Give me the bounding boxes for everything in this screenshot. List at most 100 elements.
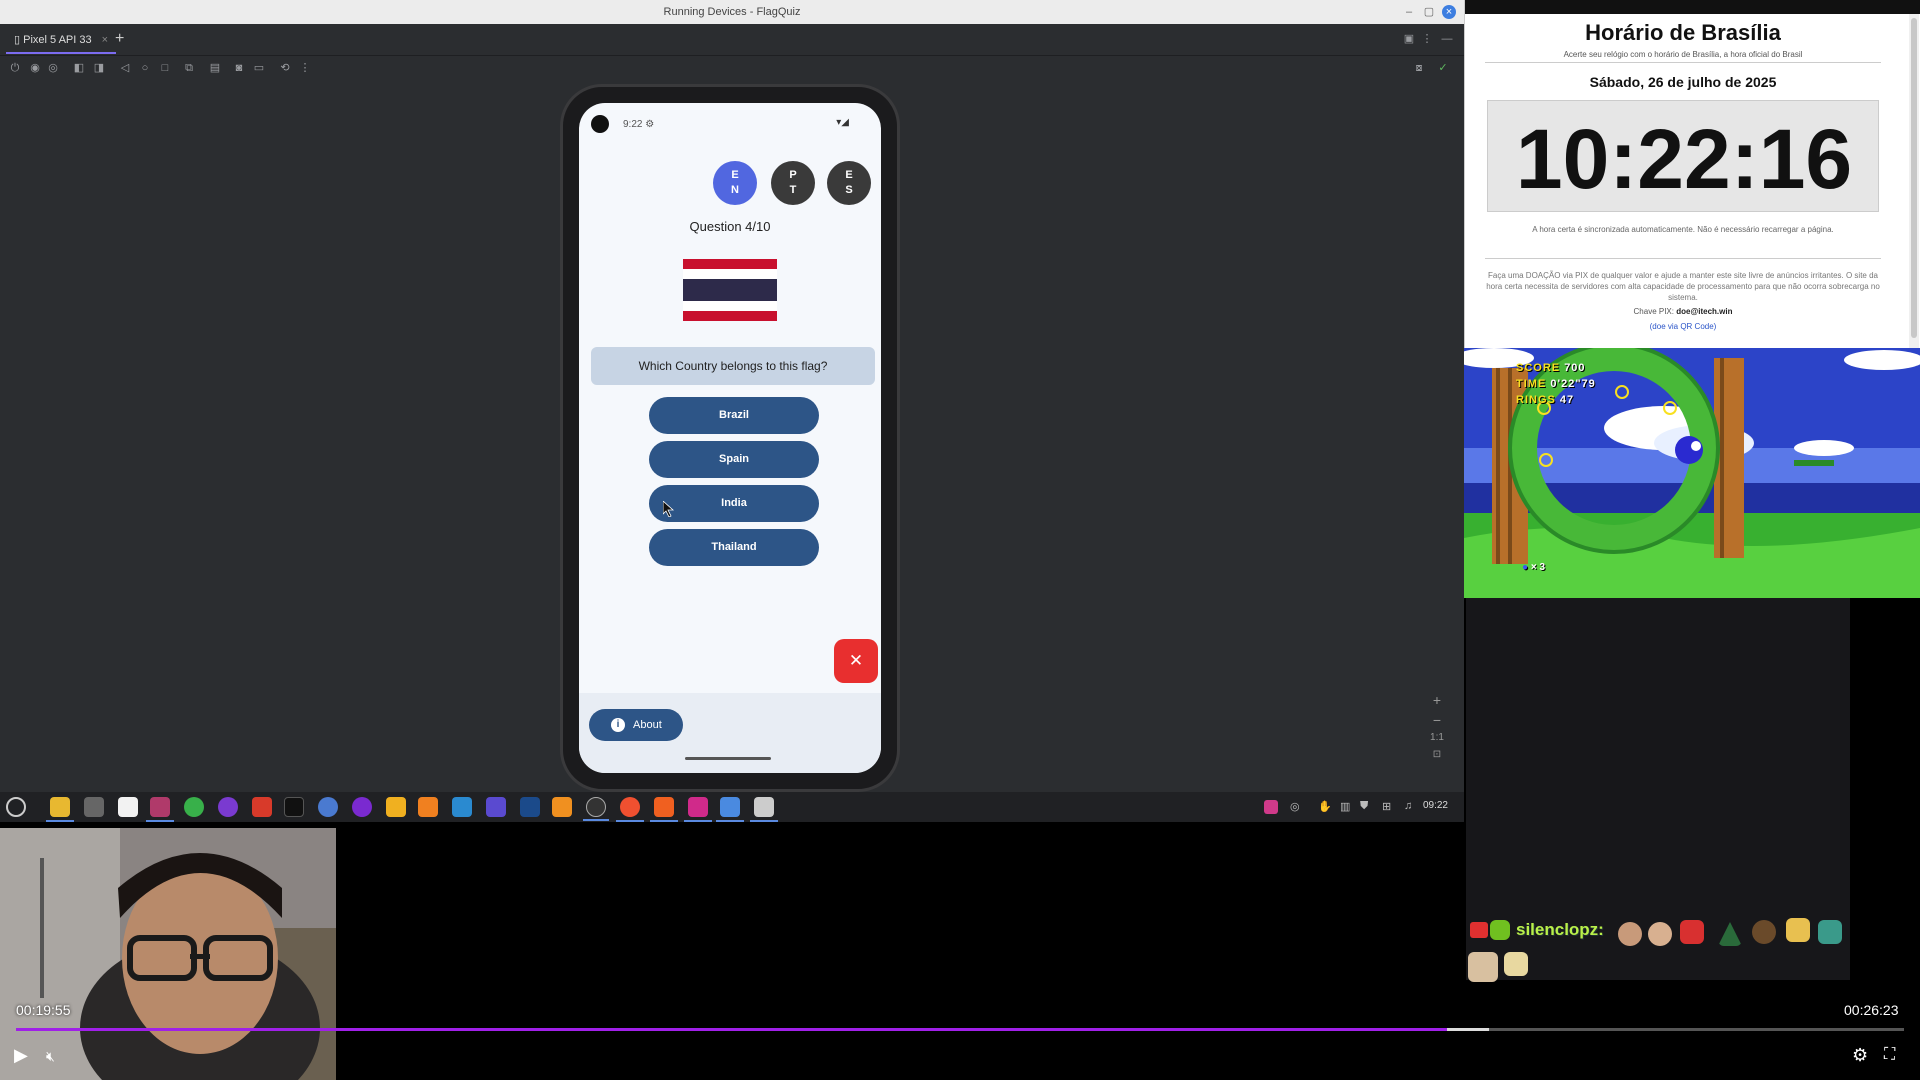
question-prompt: Which Country belongs to this flag? [591,347,875,385]
zoom-fit-icon[interactable]: ⊡ [1424,749,1450,760]
podcast-app-icon[interactable] [352,797,372,817]
sync-app-icon[interactable] [218,797,238,817]
volume-up-icon[interactable]: ◉ [28,61,42,75]
steam-app-icon[interactable] [520,797,540,817]
lang-es-button[interactable]: ES [827,161,871,205]
wifi-signal-icon: ▾◢ [836,117,849,128]
about-button[interactable]: i About [589,709,683,741]
more-options-icon[interactable]: ⋮ [1420,32,1434,46]
launcher-icon[interactable] [6,797,26,817]
brasilia-subtitle: Acerte seu relógio com o horário de Bras… [1563,50,1803,59]
qbittorrent-app-icon[interactable] [318,797,338,817]
tray-app-icon[interactable] [1264,800,1278,814]
obs-app-icon[interactable] [583,797,609,821]
download-app-icon[interactable] [386,797,406,817]
close-quiz-button[interactable]: ✕ [834,639,878,683]
tray-shield-icon[interactable]: ⛊ [1360,800,1368,813]
volume-down-icon[interactable]: ◎ [46,61,60,75]
chat-username: silenclopz: [1516,920,1604,939]
rotate-right-icon[interactable]: ◨ [92,61,106,75]
chat-app-icon[interactable] [184,797,204,817]
tray-clipboard-icon[interactable]: ▥ [1340,800,1350,813]
flag-stripe-blue [683,279,777,301]
add-device-icon[interactable]: + [115,30,124,48]
hud-time: TIME 0'22"79 [1516,378,1596,390]
sonic-lives-icon: ● [1522,562,1529,573]
brave-app-icon[interactable] [650,797,678,822]
emulator-toolbar: ⏻ ◉ ◎ ◧ ◨ ◁ ○ □ ⧉ ▤ ◙ ▭ ⟲ ⋮ ⧇ ✓ [0,56,1464,82]
lang-pt-button[interactable]: PT [771,161,815,205]
taskbar-clock[interactable]: 09:22 [1423,800,1448,811]
emote-icon [1468,952,1498,982]
overview-icon[interactable]: □ [158,61,172,75]
home-icon[interactable]: ○ [138,61,152,75]
mirror-icon[interactable]: ⧇ [1412,61,1426,75]
snapshot-icon[interactable]: ⟲ [278,61,292,75]
jetbrains-app-icon[interactable] [684,797,712,822]
zoom-controls: + − 1:1 ⊡ [1424,692,1450,778]
files-app-icon[interactable] [46,797,74,822]
vpn-app-icon[interactable] [486,797,506,817]
camera-cutout [591,115,609,133]
scrollbar-thumb[interactable] [1911,18,1917,338]
device-tab[interactable]: ▯ Pixel 5 API 33 × [6,30,117,54]
mixer-app-icon[interactable] [750,797,778,822]
firefox-app-icon[interactable] [616,797,644,822]
tray-obs-icon[interactable]: ◎ [1290,800,1300,813]
fox-app-icon[interactable] [418,797,438,817]
calculator-app-icon[interactable] [84,797,104,817]
power-icon[interactable]: ⏻ [8,61,22,75]
tray-network-icon[interactable]: ⊞ [1382,800,1391,813]
mute-button[interactable]: 🔇︎ [46,1046,68,1066]
status-time: 9:22 ⚙ [623,119,655,130]
exit-fullscreen-icon[interactable]: ⛶ [1884,1044,1906,1066]
answer-button-brazil[interactable]: Brazil [649,397,819,434]
taskbar: ◎ ✋ ▥ ⛊ ⊞ ♫ 09:22 [0,792,1464,822]
thermometer-app-icon[interactable] [146,797,174,822]
terminal-app-icon[interactable] [284,797,304,817]
screenshot-icon[interactable]: ◙ [232,61,246,75]
total-duration: 00:26:23 [1844,1002,1899,1018]
brasilia-time: 10:22:16 [1515,112,1853,206]
device-frame-icon[interactable]: ▤ [208,61,222,75]
play-button[interactable]: ▶ [14,1044,36,1066]
emote-icon [1786,918,1810,942]
close-icon[interactable]: × [1442,5,1456,19]
settings-gear-icon[interactable]: ⚙ [1852,1044,1874,1066]
zoom-actual-size-icon[interactable]: 1:1 [1424,732,1450,743]
gesture-home-bar[interactable] [685,757,771,760]
layout-icon[interactable]: ▣ [1402,32,1416,46]
rotate-left-icon[interactable]: ◧ [72,61,86,75]
donate-text: Faça uma DOAÇÃO via PIX de qualquer valo… [1486,271,1880,302]
screen-record-icon[interactable]: ▭ [252,61,266,75]
fold-icon[interactable]: ⧉ [182,61,196,75]
phone-icon: ▯ [14,34,24,46]
flag-stripe-red [683,311,777,321]
android-studio-app-icon[interactable] [716,797,744,822]
maximize-icon[interactable]: ▢ [1422,5,1436,19]
question-counter: Question 4/10 [689,219,771,234]
tray-pointer-icon[interactable]: ✋ [1318,800,1332,813]
answer-button-spain[interactable]: Spain [649,441,819,478]
seek-bar[interactable] [16,1028,1904,1031]
toolbox-app-icon[interactable] [252,797,272,817]
zoom-out-icon[interactable]: − [1424,712,1450,728]
close-tab-icon[interactable]: × [102,34,108,46]
phone-screen: 9:22 ⚙ ▾◢ EN PT ES Question 4/10 Which C… [579,103,881,773]
tray-music-icon[interactable]: ♫ [1404,800,1412,812]
back-icon[interactable]: ◁ [118,61,132,75]
answer-button-thailand[interactable]: Thailand [649,529,819,566]
auto-sync-note: A hora certa é sincronizada automaticame… [1532,225,1834,234]
flag-stripe-white [683,301,777,311]
hide-panel-icon[interactable]: — [1440,32,1454,46]
zoom-in-icon[interactable]: + [1424,692,1450,708]
minimize-icon[interactable]: – [1402,5,1416,19]
qr-code-link[interactable]: (doe via QR Code) [1465,322,1901,331]
mouse-cursor-icon [663,501,675,517]
games-app-icon[interactable] [452,797,472,817]
toolbar-more-icon[interactable]: ⋮ [298,61,312,75]
lang-en-button[interactable]: EN [713,161,757,205]
calendar-app-icon[interactable] [118,797,138,817]
vlc-app-icon[interactable] [552,797,572,817]
page-scrollbar[interactable] [1909,14,1919,348]
